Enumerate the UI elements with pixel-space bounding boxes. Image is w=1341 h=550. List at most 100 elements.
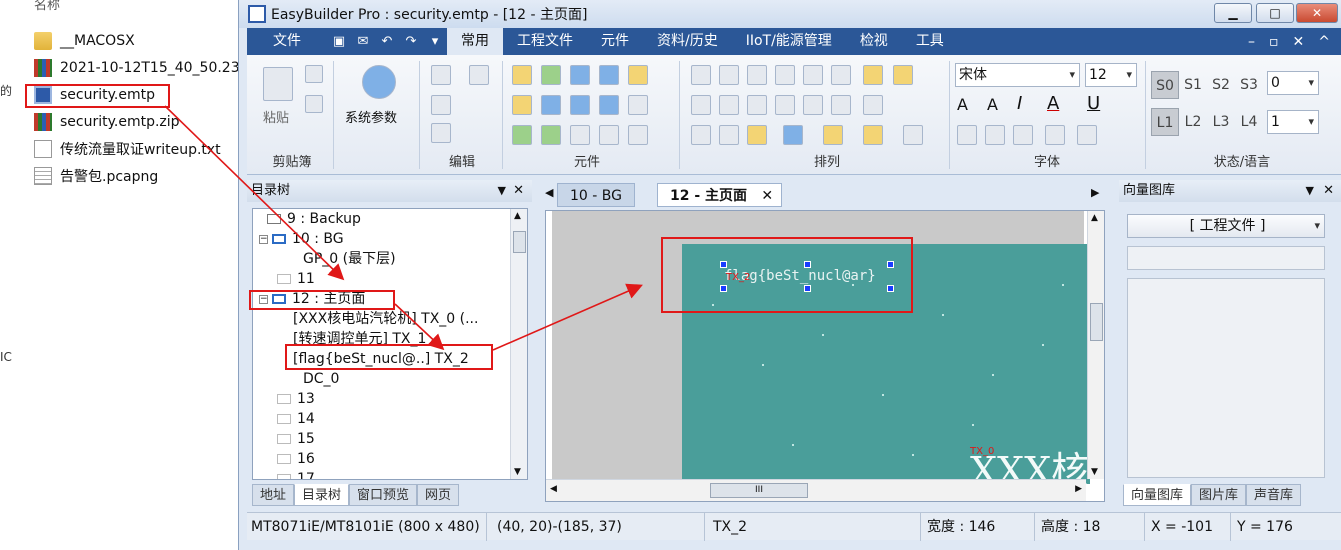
lang-l1-button[interactable]: L1 [1151, 108, 1179, 136]
spacing-h-icon[interactable] [775, 95, 795, 115]
lang-l3-button[interactable]: L3 [1207, 108, 1235, 136]
library-content[interactable] [1127, 278, 1325, 478]
send-backward-icon[interactable] [863, 125, 883, 145]
tab-view[interactable]: 检视 [846, 28, 902, 55]
tree-node[interactable]: 14 [277, 409, 315, 429]
toggle-switch-icon[interactable] [512, 95, 532, 115]
copy-icon[interactable] [305, 95, 323, 113]
numeric-input-icon[interactable] [599, 65, 619, 85]
tab-components[interactable]: 元件 [587, 28, 643, 55]
system-params-icon[interactable] [362, 65, 396, 99]
tab-image-library[interactable]: 图片库 [1191, 484, 1247, 506]
canvas-hscrollbar[interactable]: ◀ III ▶ [546, 479, 1086, 501]
align-right-icon[interactable] [831, 65, 851, 85]
file-item[interactable]: 告警包.pcapng [34, 165, 158, 187]
lang-l4-button[interactable]: L4 [1235, 108, 1263, 136]
tab-window-10[interactable]: 10 - BG [557, 183, 635, 207]
state-s1-button[interactable]: S1 [1179, 71, 1207, 99]
title-bar[interactable]: EasyBuilder Pro : security.emtp - [12 - … [239, 0, 1341, 28]
xy-icon[interactable] [747, 95, 767, 115]
pin-icon[interactable] [747, 125, 767, 145]
tab-sound-library[interactable]: 声音库 [1246, 484, 1302, 506]
counter-icon[interactable] [512, 125, 532, 145]
align-bottom-icon[interactable] [747, 65, 767, 85]
italic-icon[interactable]: I [1017, 93, 1022, 114]
menu-file[interactable]: 文件 [247, 28, 327, 55]
file-item[interactable]: 2021-10-12T15_40_50.23 [34, 57, 240, 79]
maximize-button[interactable]: □ [1256, 3, 1294, 23]
file-item[interactable]: security.emtp.zip [34, 111, 180, 133]
mail-icon[interactable]: ✉ [355, 34, 371, 49]
state-s3-button[interactable]: S3 [1235, 71, 1263, 99]
state-s0-button[interactable]: S0 [1151, 71, 1179, 99]
collapse-icon[interactable]: − [259, 234, 268, 244]
scroll-up-icon[interactable]: ▲ [1091, 213, 1098, 223]
tree-node[interactable]: 15 [277, 429, 315, 449]
traffic-light-icon[interactable] [541, 65, 561, 85]
tab-iiot[interactable]: IIoT/能源管理 [732, 28, 846, 55]
paint-bucket-icon[interactable] [1077, 125, 1097, 145]
minimize-button[interactable]: ▁ [1214, 3, 1252, 23]
tree-node[interactable]: GP_0 (最下层) [303, 249, 396, 269]
tab-scroll-right-icon[interactable]: ▶ [1091, 186, 1099, 199]
tab-vector-library[interactable]: 向量图库 [1123, 484, 1192, 506]
font-color-icon[interactable]: A [1047, 93, 1059, 114]
spacing-v-icon[interactable] [803, 95, 823, 115]
tab-scroll-left-icon[interactable]: ◀ [545, 186, 553, 199]
tree-node[interactable]: [XXX核电站汽轮机] TX_0 (... [293, 309, 478, 329]
numeric-display-icon[interactable] [570, 65, 590, 85]
tab-project-file[interactable]: 工程文件 [503, 28, 587, 55]
align-middle-icon[interactable] [719, 65, 739, 85]
scroll-thumb[interactable] [513, 231, 526, 253]
align-text-center-icon[interactable] [985, 125, 1005, 145]
scroll-right-icon[interactable]: ▶ [1075, 484, 1082, 494]
tab-address[interactable]: 地址 [252, 484, 295, 506]
ribbon-close-icon[interactable]: ✕ [1293, 34, 1305, 50]
panel-close-icon[interactable]: ✕ [513, 180, 524, 202]
bring-forward-icon[interactable] [823, 125, 843, 145]
quick-access-dropdown-icon[interactable]: ▾ [427, 34, 443, 49]
lang-l2-button[interactable]: L2 [1179, 108, 1207, 136]
duplicate-icon[interactable] [431, 123, 451, 143]
grow-font-icon[interactable]: A [957, 95, 968, 114]
system-params-button[interactable]: 系统参数 [345, 107, 397, 126]
make-same-width-icon[interactable] [893, 65, 913, 85]
tree-node[interactable]: 13 [277, 389, 315, 409]
tab-window-preview[interactable]: 窗口预览 [349, 484, 418, 506]
library-source-select[interactable]: [ 工程文件 ] [1127, 214, 1325, 238]
distribute-h-icon[interactable] [691, 95, 711, 115]
align-top-icon[interactable] [691, 65, 711, 85]
make-same-height-icon[interactable] [863, 65, 883, 85]
group-icon[interactable] [831, 95, 851, 115]
tab-webpage[interactable]: 网页 [417, 484, 460, 506]
tab-directory-tree[interactable]: 目录树 [294, 484, 350, 506]
tab-common[interactable]: 常用 [447, 28, 503, 55]
tab-window-12[interactable]: 12 - 主页面 ✕ [657, 183, 783, 207]
file-item[interactable]: __MACOSX [34, 30, 135, 52]
save-icon[interactable]: ▣ [331, 34, 347, 49]
scroll-thumb[interactable]: III [710, 483, 808, 498]
canvas-vscrollbar[interactable]: ▲ ▼ [1087, 211, 1104, 479]
tree-node[interactable]: 17 [277, 469, 315, 479]
tab-data-history[interactable]: 资料/历史 [643, 28, 732, 55]
scroll-thumb[interactable] [1090, 303, 1103, 341]
align-text-left-icon[interactable] [957, 125, 977, 145]
frame-icon[interactable] [691, 125, 711, 145]
lang-value-input[interactable]: 1 [1267, 110, 1319, 134]
state-value-input[interactable]: 0 [1267, 71, 1319, 95]
pie-icon[interactable] [628, 125, 648, 145]
align-center-icon[interactable] [803, 65, 823, 85]
list-icon[interactable] [628, 95, 648, 115]
tree-node[interactable]: 16 [277, 449, 315, 469]
underline-icon[interactable]: U [1087, 93, 1100, 114]
panel-menu-icon[interactable]: ▼ [498, 180, 506, 202]
state-s2-button[interactable]: S2 [1207, 71, 1235, 99]
panel-close-icon[interactable]: ✕ [1323, 180, 1334, 202]
ascii-display-icon[interactable] [570, 95, 590, 115]
scroll-down-icon[interactable]: ▼ [1091, 467, 1098, 477]
link-icon[interactable] [431, 95, 451, 115]
function-key-icon[interactable] [541, 95, 561, 115]
align-left-icon[interactable] [775, 65, 795, 85]
select-arrow-icon[interactable] [431, 65, 451, 85]
scroll-left-icon[interactable]: ◀ [550, 484, 557, 494]
